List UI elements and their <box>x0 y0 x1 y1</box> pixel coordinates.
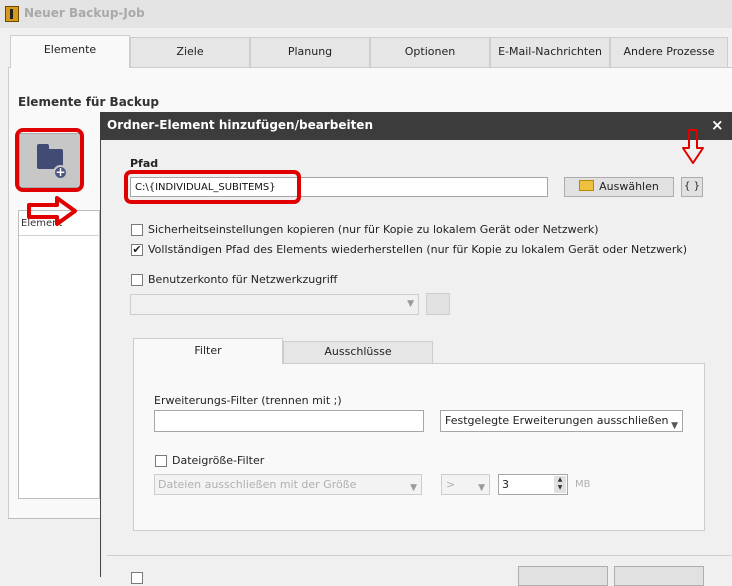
close-icon[interactable]: × <box>711 116 724 134</box>
extension-mode-value: Festgelegte Erweiterungen ausschließen <box>445 414 669 427</box>
size-value-spinner[interactable]: 3 ▲ ▼ <box>498 474 568 495</box>
restore-full-path-checkbox[interactable]: ✔ <box>131 244 143 256</box>
size-mode-select[interactable]: Dateien ausschließen mit der Größe ▼ <box>154 474 422 495</box>
browse-button-label: Auswählen <box>599 180 659 193</box>
size-value: 3 <box>502 478 509 491</box>
network-account-button[interactable] <box>426 293 450 315</box>
cancel-button[interactable] <box>614 566 704 586</box>
app-icon <box>5 6 19 22</box>
network-account-label: Benutzerkonto für Netzwerkzugriff <box>148 273 338 286</box>
tab-optionen[interactable]: Optionen <box>370 37 490 67</box>
annotation-arrow-down-icon <box>682 129 704 164</box>
filter-tab-pane <box>133 363 705 531</box>
bottom-checkbox[interactable] <box>131 572 143 584</box>
annotation-arrow-right-icon <box>27 196 77 226</box>
extension-filter-input[interactable] <box>154 410 424 432</box>
tab-email-nachrichten[interactable]: E-Mail-Nachrichten <box>490 37 610 67</box>
window-title: Neuer Backup-Job <box>24 6 145 20</box>
chevron-down-icon: ▼ <box>410 483 417 493</box>
ok-button[interactable] <box>518 566 608 586</box>
comparator-value: > <box>446 478 456 491</box>
size-filter-label: Dateigröße-Filter <box>172 454 265 467</box>
dialog-divider <box>107 555 732 556</box>
tab-planung[interactable]: Planung <box>250 37 370 67</box>
chevron-down-icon: ▼ <box>671 421 678 431</box>
size-mode-value: Dateien ausschließen mit der Größe <box>158 478 357 491</box>
column-divider <box>19 235 100 236</box>
highlight-box-add-folder <box>15 128 84 192</box>
tab-ausschluesse[interactable]: Ausschlüsse <box>283 341 433 363</box>
spinner-arrows-icon[interactable]: ▲ ▼ <box>554 476 566 493</box>
tab-ziele[interactable]: Ziele <box>130 37 250 67</box>
network-account-select[interactable]: ▼ <box>130 294 419 315</box>
copy-security-checkbox[interactable] <box>131 224 143 236</box>
elements-heading: Elemente für Backup <box>18 95 160 109</box>
comparator-select[interactable]: > ▼ <box>441 474 490 495</box>
tab-filter[interactable]: Filter <box>133 338 283 364</box>
chevron-down-icon: ▼ <box>478 483 485 493</box>
divider <box>8 518 100 519</box>
variables-button[interactable]: { } <box>681 177 703 197</box>
network-account-checkbox[interactable] <box>131 274 143 286</box>
element-list[interactable] <box>18 210 100 499</box>
tab-elemente[interactable]: Elemente <box>10 35 130 68</box>
copy-security-label: Sicherheitseinstellungen kopieren (nur f… <box>148 223 599 236</box>
size-filter-checkbox[interactable] <box>155 455 167 467</box>
size-unit-label: MB <box>575 479 591 490</box>
path-label: Pfad <box>130 157 159 170</box>
tab-andere-prozesse[interactable]: Andere Prozesse <box>610 37 728 67</box>
chevron-down-icon: ▼ <box>407 299 414 309</box>
folder-open-icon <box>579 180 595 191</box>
extension-mode-select[interactable]: Festgelegte Erweiterungen ausschließen ▼ <box>440 410 683 432</box>
browse-button[interactable]: Auswählen <box>564 177 674 197</box>
extension-filter-label: Erweiterungs-Filter (trennen mit ;) <box>154 394 342 407</box>
restore-full-path-label: Vollständigen Pfad des Elements wiederhe… <box>148 243 688 256</box>
highlight-box-path <box>124 170 301 204</box>
dialog-title: Ordner-Element hinzufügen/bearbeiten <box>107 118 373 132</box>
